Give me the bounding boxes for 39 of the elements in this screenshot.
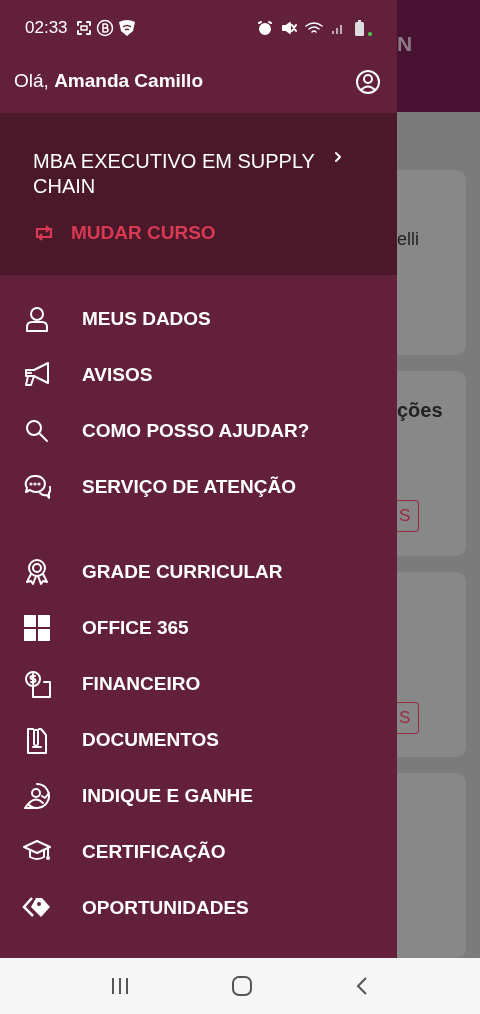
shield-wifi-icon: [117, 19, 136, 37]
home-icon[interactable]: [231, 975, 253, 997]
course-title[interactable]: MBA EXECUTIVO EM SUPPLY CHAIN: [33, 149, 333, 199]
menu-item[interactable]: OFFICE 365: [0, 600, 397, 656]
menu-item[interactable]: CERTIFICAÇÃO: [0, 824, 397, 880]
menu-item[interactable]: DOCUMENTOS: [0, 712, 397, 768]
card-text: elli: [397, 228, 420, 251]
alarm-icon: [257, 20, 273, 36]
menu-item[interactable]: MEUS DADOS: [0, 291, 397, 347]
chat-bubbles-icon: [23, 473, 51, 501]
search-icon: [23, 417, 51, 445]
card-title: ções: [397, 398, 444, 423]
screen-record-icon: [75, 20, 92, 36]
greeting-text: Olá, Amanda Camillo: [14, 69, 203, 94]
chevron-right-icon[interactable]: [333, 149, 343, 165]
recent-apps-icon[interactable]: [111, 977, 129, 995]
document-pen-icon: [25, 726, 49, 754]
person-icon: [23, 305, 51, 333]
menu-item[interactable]: FINANCEIRO: [0, 656, 397, 712]
menu-item[interactable]: COMO POSSO AJUDAR?: [0, 403, 397, 459]
header-title: N: [397, 30, 413, 57]
back-icon[interactable]: [355, 976, 369, 996]
award-ribbon-icon: [23, 558, 51, 586]
status-time: 02:33: [25, 17, 68, 40]
menu-item[interactable]: GRADE CURRICULAR: [0, 544, 397, 600]
menu-item[interactable]: SERVIÇO DE ATENÇÃO: [0, 459, 397, 515]
menu-item[interactable]: OPORTUNIDADES: [0, 880, 397, 936]
wifi-icon: [305, 20, 323, 36]
money-folder-icon: [23, 670, 51, 698]
menu-item[interactable]: AVISOS: [0, 347, 397, 403]
grid-icon: [23, 614, 51, 642]
referral-person-icon: [23, 782, 51, 810]
battery-icon: [353, 19, 373, 37]
b-badge-icon: [95, 19, 114, 37]
repeat-icon: [33, 224, 55, 243]
mute-icon: [281, 20, 297, 36]
menu-item[interactable]: INDIQUE E GANHE: [0, 768, 397, 824]
megaphone-icon: [22, 361, 52, 389]
profile-icon[interactable]: [355, 68, 381, 95]
